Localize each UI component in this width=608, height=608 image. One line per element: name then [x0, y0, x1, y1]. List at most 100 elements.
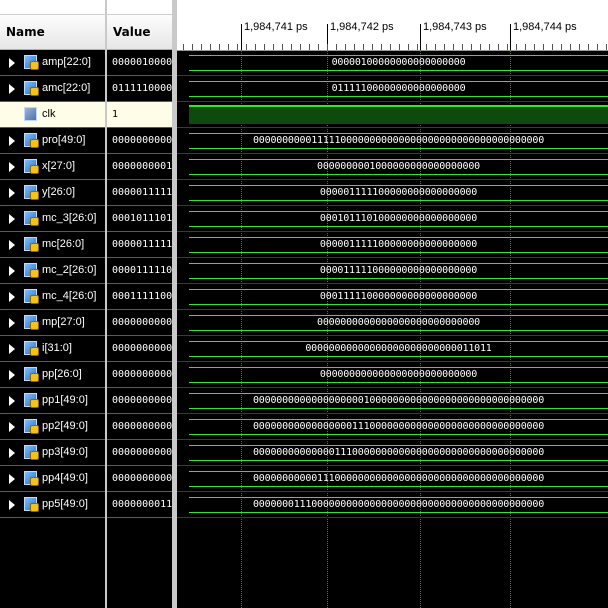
- value-row[interactable]: 0000000000: [107, 128, 172, 154]
- signal-name: mc_3[26:0]: [42, 212, 97, 224]
- bus-signal-icon: [24, 419, 39, 434]
- value-row[interactable]: 0001011101: [107, 206, 172, 232]
- expand-arrow-icon[interactable]: [9, 266, 15, 276]
- waveform-row[interactable]: 000001111100000000000000000: [177, 232, 608, 258]
- signal-badge-icon: [30, 165, 39, 174]
- value-row[interactable]: 0000011111: [107, 180, 172, 206]
- signal-value: 0000000000: [112, 395, 172, 406]
- value-row[interactable]: 0000000000: [107, 388, 172, 414]
- signal-badge-icon: [30, 139, 39, 148]
- value-column-top-strip: [107, 0, 172, 14]
- signal-row[interactable]: y[26:0]: [0, 180, 105, 206]
- waveform-row[interactable]: 0000000001000000000000000000: [177, 154, 608, 180]
- signal-badge-icon: [30, 243, 39, 252]
- expand-arrow-icon[interactable]: [9, 188, 15, 198]
- signal-badge-icon: [30, 425, 39, 434]
- value-row[interactable]: 0000000001: [107, 154, 172, 180]
- value-row[interactable]: 0001111100: [107, 284, 172, 310]
- expand-arrow-icon[interactable]: [9, 344, 15, 354]
- signal-row[interactable]: amc[22:0]: [0, 76, 105, 102]
- waveform-row[interactable]: 000000000000000000000000000: [177, 362, 608, 388]
- value-row[interactable]: 1: [107, 102, 172, 128]
- value-row[interactable]: 0000000011: [107, 492, 172, 518]
- waveform-row[interactable]: 0000000000000000011100000000000000000000…: [177, 414, 608, 440]
- waveform-row[interactable]: 0000000000011100000000000000000000000000…: [177, 466, 608, 492]
- waveform-row[interactable]: 0000000000000000000000000000: [177, 310, 608, 336]
- expand-arrow-icon[interactable]: [9, 422, 15, 432]
- waveform-row[interactable]: 0000000000000000000100000000000000000000…: [177, 388, 608, 414]
- signal-row[interactable]: mc_3[26:0]: [0, 206, 105, 232]
- waveform-row[interactable]: 0000000000111110000000000000000000000000…: [177, 128, 608, 154]
- expand-arrow-icon[interactable]: [9, 162, 15, 172]
- expand-arrow-icon[interactable]: [9, 370, 15, 380]
- waveform-row[interactable]: 000011111000000000000000000: [177, 258, 608, 284]
- signal-row[interactable]: pp4[49:0]: [0, 466, 105, 492]
- signal-row[interactable]: pp2[49:0]: [0, 414, 105, 440]
- value-row[interactable]: 0000000000: [107, 310, 172, 336]
- waveform-row[interactable]: 00000100000000000000000: [177, 50, 608, 76]
- ruler-tick-label: 1,984,743 ps: [423, 21, 487, 33]
- signal-value: 0111110000: [112, 83, 172, 94]
- value-row[interactable]: 0000000000: [107, 440, 172, 466]
- signal-name: x[27:0]: [42, 160, 76, 172]
- bus-value-text: 0000000000000000011100000000000000000000…: [252, 421, 545, 432]
- expand-arrow-icon[interactable]: [9, 396, 15, 406]
- bus-signal-icon: [24, 211, 39, 226]
- signal-row[interactable]: pp5[49:0]: [0, 492, 105, 518]
- expand-arrow-icon[interactable]: [9, 136, 15, 146]
- name-column-header[interactable]: Name: [0, 14, 105, 50]
- signal-row[interactable]: mc_4[26:0]: [0, 284, 105, 310]
- value-row[interactable]: 0111110000: [107, 76, 172, 102]
- expand-arrow-icon[interactable]: [9, 58, 15, 68]
- value-row[interactable]: 0000111110: [107, 258, 172, 284]
- signal-name: pp1[49:0]: [42, 394, 88, 406]
- waveform-row[interactable]: 0000000000000011100000000000000000000000…: [177, 440, 608, 466]
- bus-signal-icon: [24, 341, 39, 356]
- value-row[interactable]: 0000000000: [107, 362, 172, 388]
- signal-row[interactable]: mc[26:0]: [0, 232, 105, 258]
- value-row[interactable]: 0000000000: [107, 414, 172, 440]
- signal-row[interactable]: pp3[49:0]: [0, 440, 105, 466]
- bus-signal-icon: [24, 133, 39, 148]
- value-column-header[interactable]: Value: [107, 14, 172, 50]
- value-row[interactable]: 0000000000: [107, 336, 172, 362]
- waveform-row[interactable]: 01111100000000000000000: [177, 76, 608, 102]
- signal-row[interactable]: clk: [0, 102, 105, 128]
- waveform-row[interactable]: 000111110000000000000000000: [177, 284, 608, 310]
- expand-arrow-icon[interactable]: [9, 84, 15, 94]
- expand-arrow-icon[interactable]: [9, 500, 15, 510]
- value-row[interactable]: 0000000000: [107, 466, 172, 492]
- signal-row[interactable]: mp[27:0]: [0, 310, 105, 336]
- signal-badge-icon: [30, 61, 39, 70]
- expand-arrow-icon[interactable]: [9, 448, 15, 458]
- expand-arrow-icon[interactable]: [9, 474, 15, 484]
- signal-value: 0000000000: [112, 447, 172, 458]
- signal-row[interactable]: pp1[49:0]: [0, 388, 105, 414]
- signal-row[interactable]: amp[22:0]: [0, 50, 105, 76]
- expand-arrow-icon[interactable]: [9, 214, 15, 224]
- signal-row[interactable]: x[27:0]: [0, 154, 105, 180]
- signal-row[interactable]: i[31:0]: [0, 336, 105, 362]
- bus-signal-icon: [24, 159, 39, 174]
- waveform-row[interactable]: 00000000000000000000000000011011: [177, 336, 608, 362]
- bus-edge-bottom: [189, 382, 608, 383]
- waveform-row[interactable]: 0000000111000000000000000000000000000000…: [177, 492, 608, 518]
- time-ruler[interactable]: 1,984,741 ps 1,984,742 ps 1,984,743 ps 1,98…: [177, 14, 608, 51]
- waveform-row[interactable]: 000101110100000000000000000: [177, 206, 608, 232]
- expand-arrow-icon[interactable]: [9, 318, 15, 328]
- waveform-row[interactable]: [177, 102, 608, 128]
- waveform-top-strip: [177, 0, 608, 14]
- signal-row[interactable]: mc_2[26:0]: [0, 258, 105, 284]
- signal-row[interactable]: pro[49:0]: [0, 128, 105, 154]
- value-row[interactable]: 0000011111: [107, 232, 172, 258]
- waveform-pane[interactable]: 1,984,741 ps 1,984,742 ps 1,984,743 ps 1,98…: [177, 0, 608, 608]
- signal-row[interactable]: pp[26:0]: [0, 362, 105, 388]
- expand-arrow-icon[interactable]: [9, 240, 15, 250]
- signal-name: pro[49:0]: [42, 134, 86, 146]
- value-row[interactable]: 0000010000: [107, 50, 172, 76]
- signal-name: mc[26:0]: [42, 238, 85, 250]
- waveform-row[interactable]: 000001111100000000000000000: [177, 180, 608, 206]
- signal-name: amc[22:0]: [42, 82, 91, 94]
- expand-arrow-icon[interactable]: [9, 292, 15, 302]
- bus-signal-icon: [24, 471, 39, 486]
